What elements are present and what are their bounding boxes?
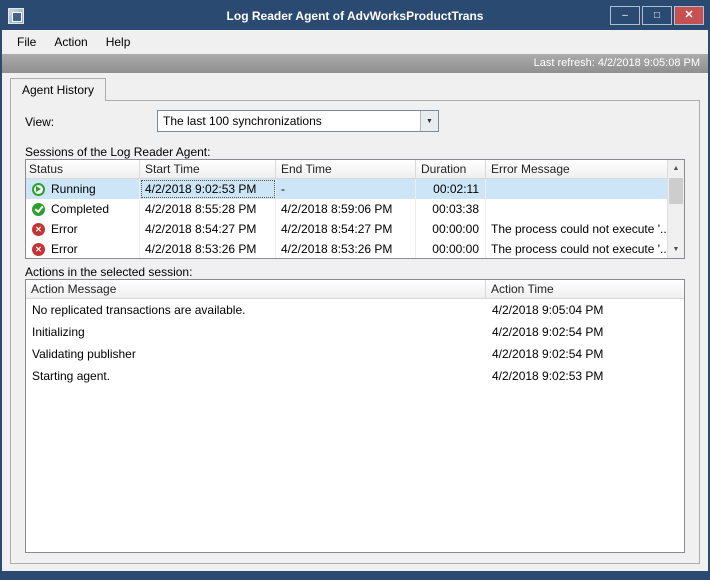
- action-time-cell: 4/2/2018 9:02:54 PM: [492, 325, 604, 339]
- column-header-duration[interactable]: Duration: [416, 160, 486, 179]
- view-dropdown-value: The last 100 synchronizations: [163, 114, 322, 128]
- end-time-cell: -: [276, 179, 416, 199]
- list-item[interactable]: No replicated transactions are available…: [26, 299, 684, 321]
- start-time-cell: 4/2/2018 8:53:26 PM: [140, 239, 276, 258]
- duration-cell: 00:00:00: [416, 219, 486, 239]
- chevron-down-icon[interactable]: ▼: [420, 111, 438, 131]
- table-row[interactable]: Running 4/2/2018 9:02:53 PM - 00:02:11: [26, 179, 667, 199]
- error-message-cell: [486, 199, 667, 219]
- actions-header-row: Action Message Action Time: [26, 280, 684, 299]
- start-time-cell: 4/2/2018 8:55:28 PM: [140, 199, 276, 219]
- error-message-cell: The process could not execute '...: [491, 222, 667, 236]
- status-text: Error: [51, 222, 78, 236]
- log-reader-agent-window: Log Reader Agent of AdvWorksProductTrans…: [0, 0, 710, 580]
- list-item[interactable]: Validating publisher 4/2/2018 9:02:54 PM: [26, 343, 684, 365]
- action-message-cell: No replicated transactions are available…: [32, 303, 246, 317]
- vertical-scrollbar[interactable]: ▲ ▼: [667, 160, 684, 258]
- status-cell: Completed: [26, 199, 140, 219]
- list-item[interactable]: Starting agent. 4/2/2018 9:02:53 PM: [26, 365, 684, 387]
- completed-icon: [32, 202, 45, 216]
- running-icon: [32, 182, 45, 196]
- action-message-cell: Initializing: [32, 325, 85, 339]
- minimize-button[interactable]: –: [610, 6, 640, 25]
- duration-cell: 00:00:00: [416, 239, 486, 258]
- action-time-cell: 4/2/2018 9:02:53 PM: [492, 369, 604, 383]
- column-header-error-message[interactable]: Error Message: [486, 160, 667, 179]
- end-time-cell: 4/2/2018 8:53:26 PM: [276, 239, 416, 258]
- scrollbar-thumb[interactable]: [669, 178, 683, 204]
- error-icon: [32, 242, 45, 256]
- list-item[interactable]: Initializing 4/2/2018 9:02:54 PM: [26, 321, 684, 343]
- status-cell: Error: [26, 239, 140, 258]
- column-header-action-message[interactable]: Action Message: [26, 280, 486, 299]
- sessions-header-row: Status Start Time End Time Duration Erro…: [26, 160, 667, 179]
- column-header-action-time[interactable]: Action Time: [486, 280, 684, 299]
- action-message-cell: Starting agent.: [32, 369, 111, 383]
- actions-caption: Actions in the selected session:: [25, 265, 193, 279]
- action-time-cell: 4/2/2018 9:05:04 PM: [492, 303, 604, 317]
- start-time-cell: 4/2/2018 8:54:27 PM: [140, 219, 276, 239]
- end-time-cell: 4/2/2018 8:59:06 PM: [276, 199, 416, 219]
- column-header-status[interactable]: Status: [26, 160, 140, 179]
- view-label: View:: [25, 115, 55, 129]
- window-title: Log Reader Agent of AdvWorksProductTrans: [226, 9, 484, 23]
- menu-action[interactable]: Action: [45, 32, 96, 52]
- table-row[interactable]: Error 4/2/2018 8:54:27 PM 4/2/2018 8:54:…: [26, 219, 667, 239]
- action-message-cell: Validating publisher: [32, 347, 136, 361]
- minimize-icon: –: [622, 10, 628, 21]
- start-time-cell: 4/2/2018 9:02:53 PM: [140, 179, 276, 199]
- agent-history-panel: View: The last 100 synchronizations ▼ Se…: [10, 100, 700, 564]
- status-text: Completed: [51, 202, 110, 216]
- scroll-up-icon[interactable]: ▲: [668, 160, 684, 177]
- table-row[interactable]: Error 4/2/2018 8:53:26 PM 4/2/2018 8:53:…: [26, 239, 667, 258]
- maximize-button[interactable]: □: [642, 6, 672, 25]
- actions-list: Action Message Action Time No replicated…: [25, 279, 685, 553]
- duration-cell: 00:02:11: [416, 179, 486, 199]
- menu-bar: File Action Help: [2, 30, 708, 54]
- column-header-start-time[interactable]: Start Time: [140, 160, 276, 179]
- status-text: Running: [51, 182, 96, 196]
- duration-cell: 00:03:38: [416, 199, 486, 219]
- close-icon: ✕: [684, 9, 694, 21]
- status-cell: Running: [26, 179, 140, 199]
- column-header-end-time[interactable]: End Time: [276, 160, 416, 179]
- table-row[interactable]: Completed 4/2/2018 8:55:28 PM 4/2/2018 8…: [26, 199, 667, 219]
- last-refresh-strip: Last refresh: 4/2/2018 9:05:08 PM: [2, 54, 708, 73]
- error-icon: [32, 222, 45, 236]
- status-text: Error: [51, 242, 78, 256]
- end-time-cell: 4/2/2018 8:54:27 PM: [276, 219, 416, 239]
- window-frame-bottom: [2, 571, 708, 578]
- error-message-cell: The process could not execute '...: [491, 242, 667, 256]
- menu-help[interactable]: Help: [97, 32, 140, 52]
- sessions-table: Status Start Time End Time Duration Erro…: [25, 159, 685, 259]
- view-dropdown[interactable]: The last 100 synchronizations ▼: [157, 110, 439, 132]
- error-message-cell: [486, 179, 667, 199]
- status-cell: Error: [26, 219, 140, 239]
- maximize-icon: □: [653, 10, 661, 21]
- close-button[interactable]: ✕: [674, 6, 704, 25]
- menu-file[interactable]: File: [8, 32, 45, 52]
- action-time-cell: 4/2/2018 9:02:54 PM: [492, 347, 604, 361]
- tab-agent-history[interactable]: Agent History: [10, 78, 106, 101]
- scroll-down-icon[interactable]: ▼: [668, 241, 684, 258]
- sessions-caption: Sessions of the Log Reader Agent:: [25, 145, 211, 159]
- title-bar[interactable]: Log Reader Agent of AdvWorksProductTrans…: [2, 2, 708, 30]
